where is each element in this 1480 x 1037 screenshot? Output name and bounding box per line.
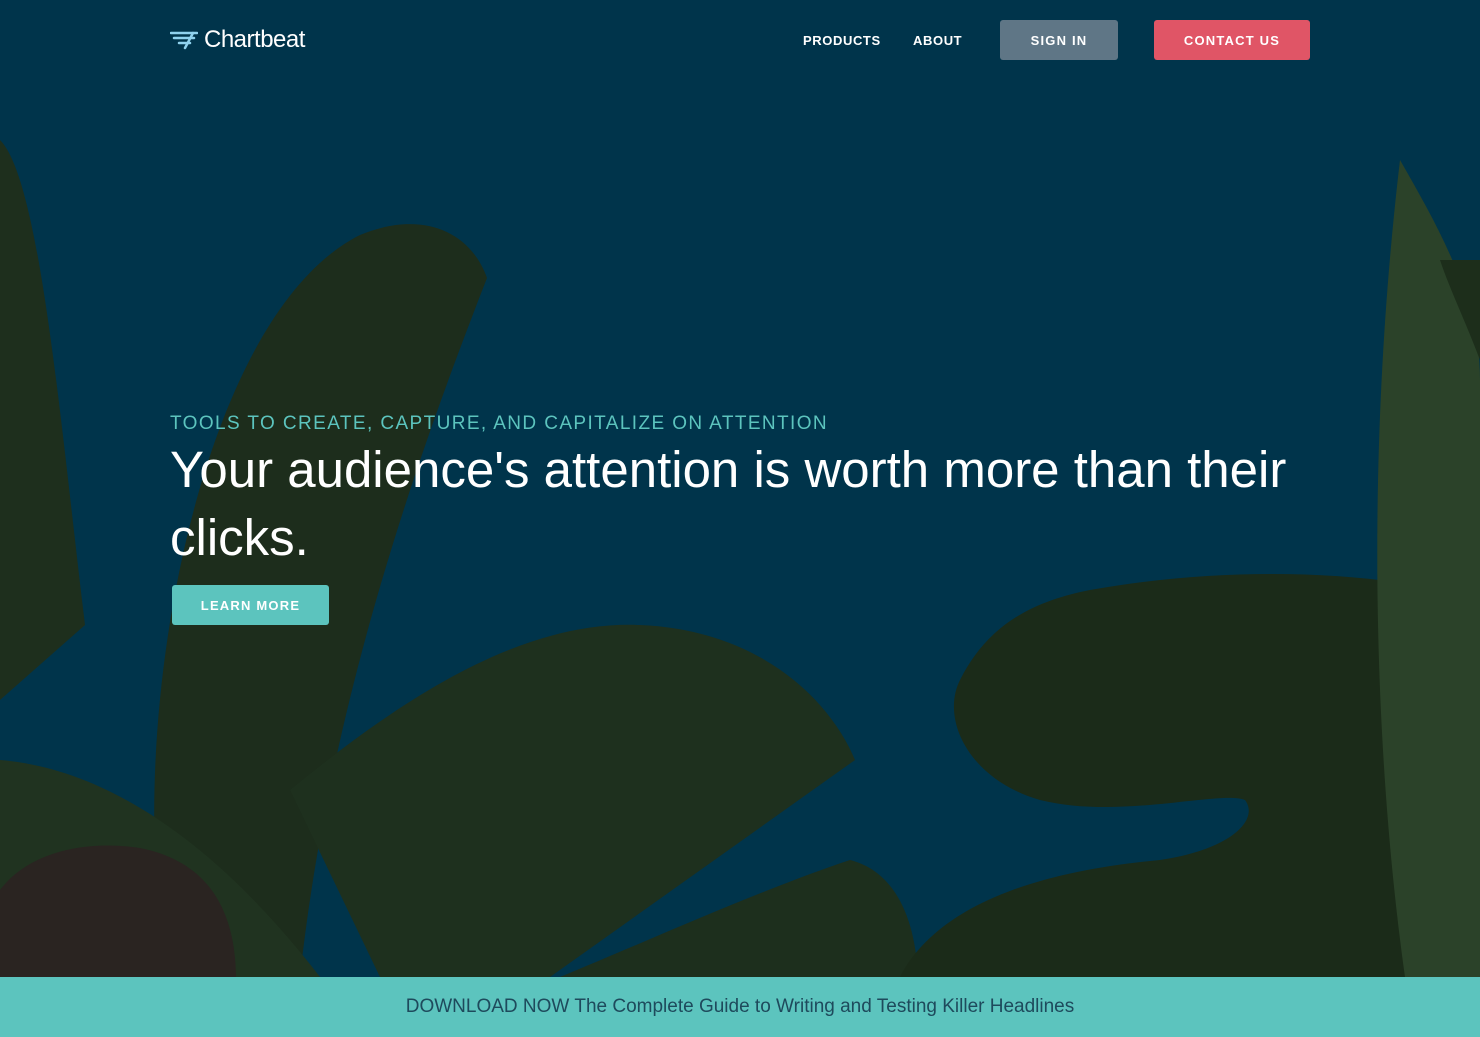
hero-eyebrow: TOOLS TO CREATE, CAPTURE, AND CAPITALIZE…: [170, 413, 829, 434]
top-navigation: Chartbeat PRODUCTS ABOUT SIGN IN CONTACT…: [0, 0, 1480, 80]
banner-text: The Complete Guide to Writing and Testin…: [574, 996, 1075, 1017]
brand-name: Chartbeat: [204, 26, 305, 53]
nav-products-link[interactable]: PRODUCTS: [803, 33, 881, 48]
sign-in-button[interactable]: SIGN IN: [1000, 20, 1118, 60]
chartbeat-logo-icon: [170, 31, 198, 50]
hero-section: Chartbeat PRODUCTS ABOUT SIGN IN CONTACT…: [0, 0, 1480, 977]
brand-logo[interactable]: Chartbeat: [170, 26, 305, 54]
learn-more-button[interactable]: LEARN MORE: [172, 585, 329, 625]
hero-headline: Your audience's attention is worth more …: [170, 441, 1287, 566]
nav-about-link[interactable]: ABOUT: [913, 33, 962, 48]
download-banner[interactable]: DOWNLOAD NOW The Complete Guide to Writi…: [0, 977, 1480, 1037]
banner-prefix: DOWNLOAD NOW: [405, 996, 570, 1017]
contact-us-button[interactable]: CONTACT US: [1154, 20, 1310, 60]
